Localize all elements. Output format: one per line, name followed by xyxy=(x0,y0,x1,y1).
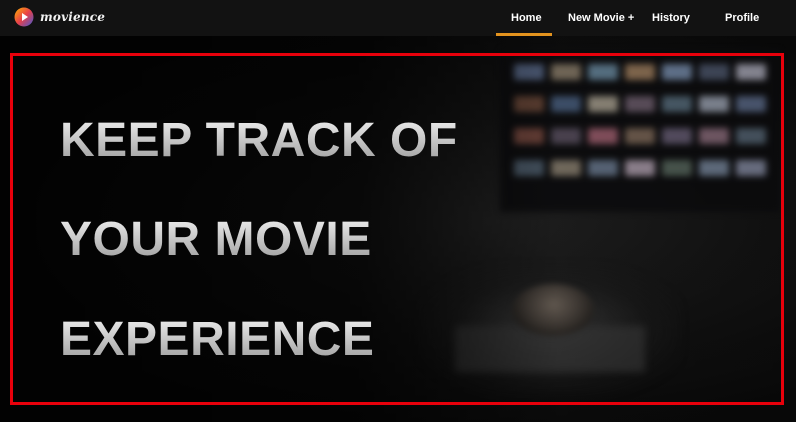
nav-new-movie[interactable]: New Movie + xyxy=(568,12,634,24)
hero-section: KEEP TRACK OF YOUR MOVIE EXPERIENCE xyxy=(0,36,796,422)
nav-history[interactable]: History xyxy=(652,12,690,24)
active-tab-indicator xyxy=(496,33,552,36)
hero-headline-line-1: KEEP TRACK OF xyxy=(60,114,458,167)
logo-icon xyxy=(14,7,34,27)
nav-profile[interactable]: Profile xyxy=(725,12,759,24)
hero-headline-line-2: YOUR MOVIE xyxy=(60,213,372,266)
hero-headline-line-3: EXPERIENCE xyxy=(60,313,375,366)
logo-text: movience xyxy=(40,10,106,24)
top-nav: movience Home New Movie + History Profil… xyxy=(0,0,796,36)
logo[interactable]: movience xyxy=(14,7,105,27)
nav-home[interactable]: Home xyxy=(511,12,542,24)
